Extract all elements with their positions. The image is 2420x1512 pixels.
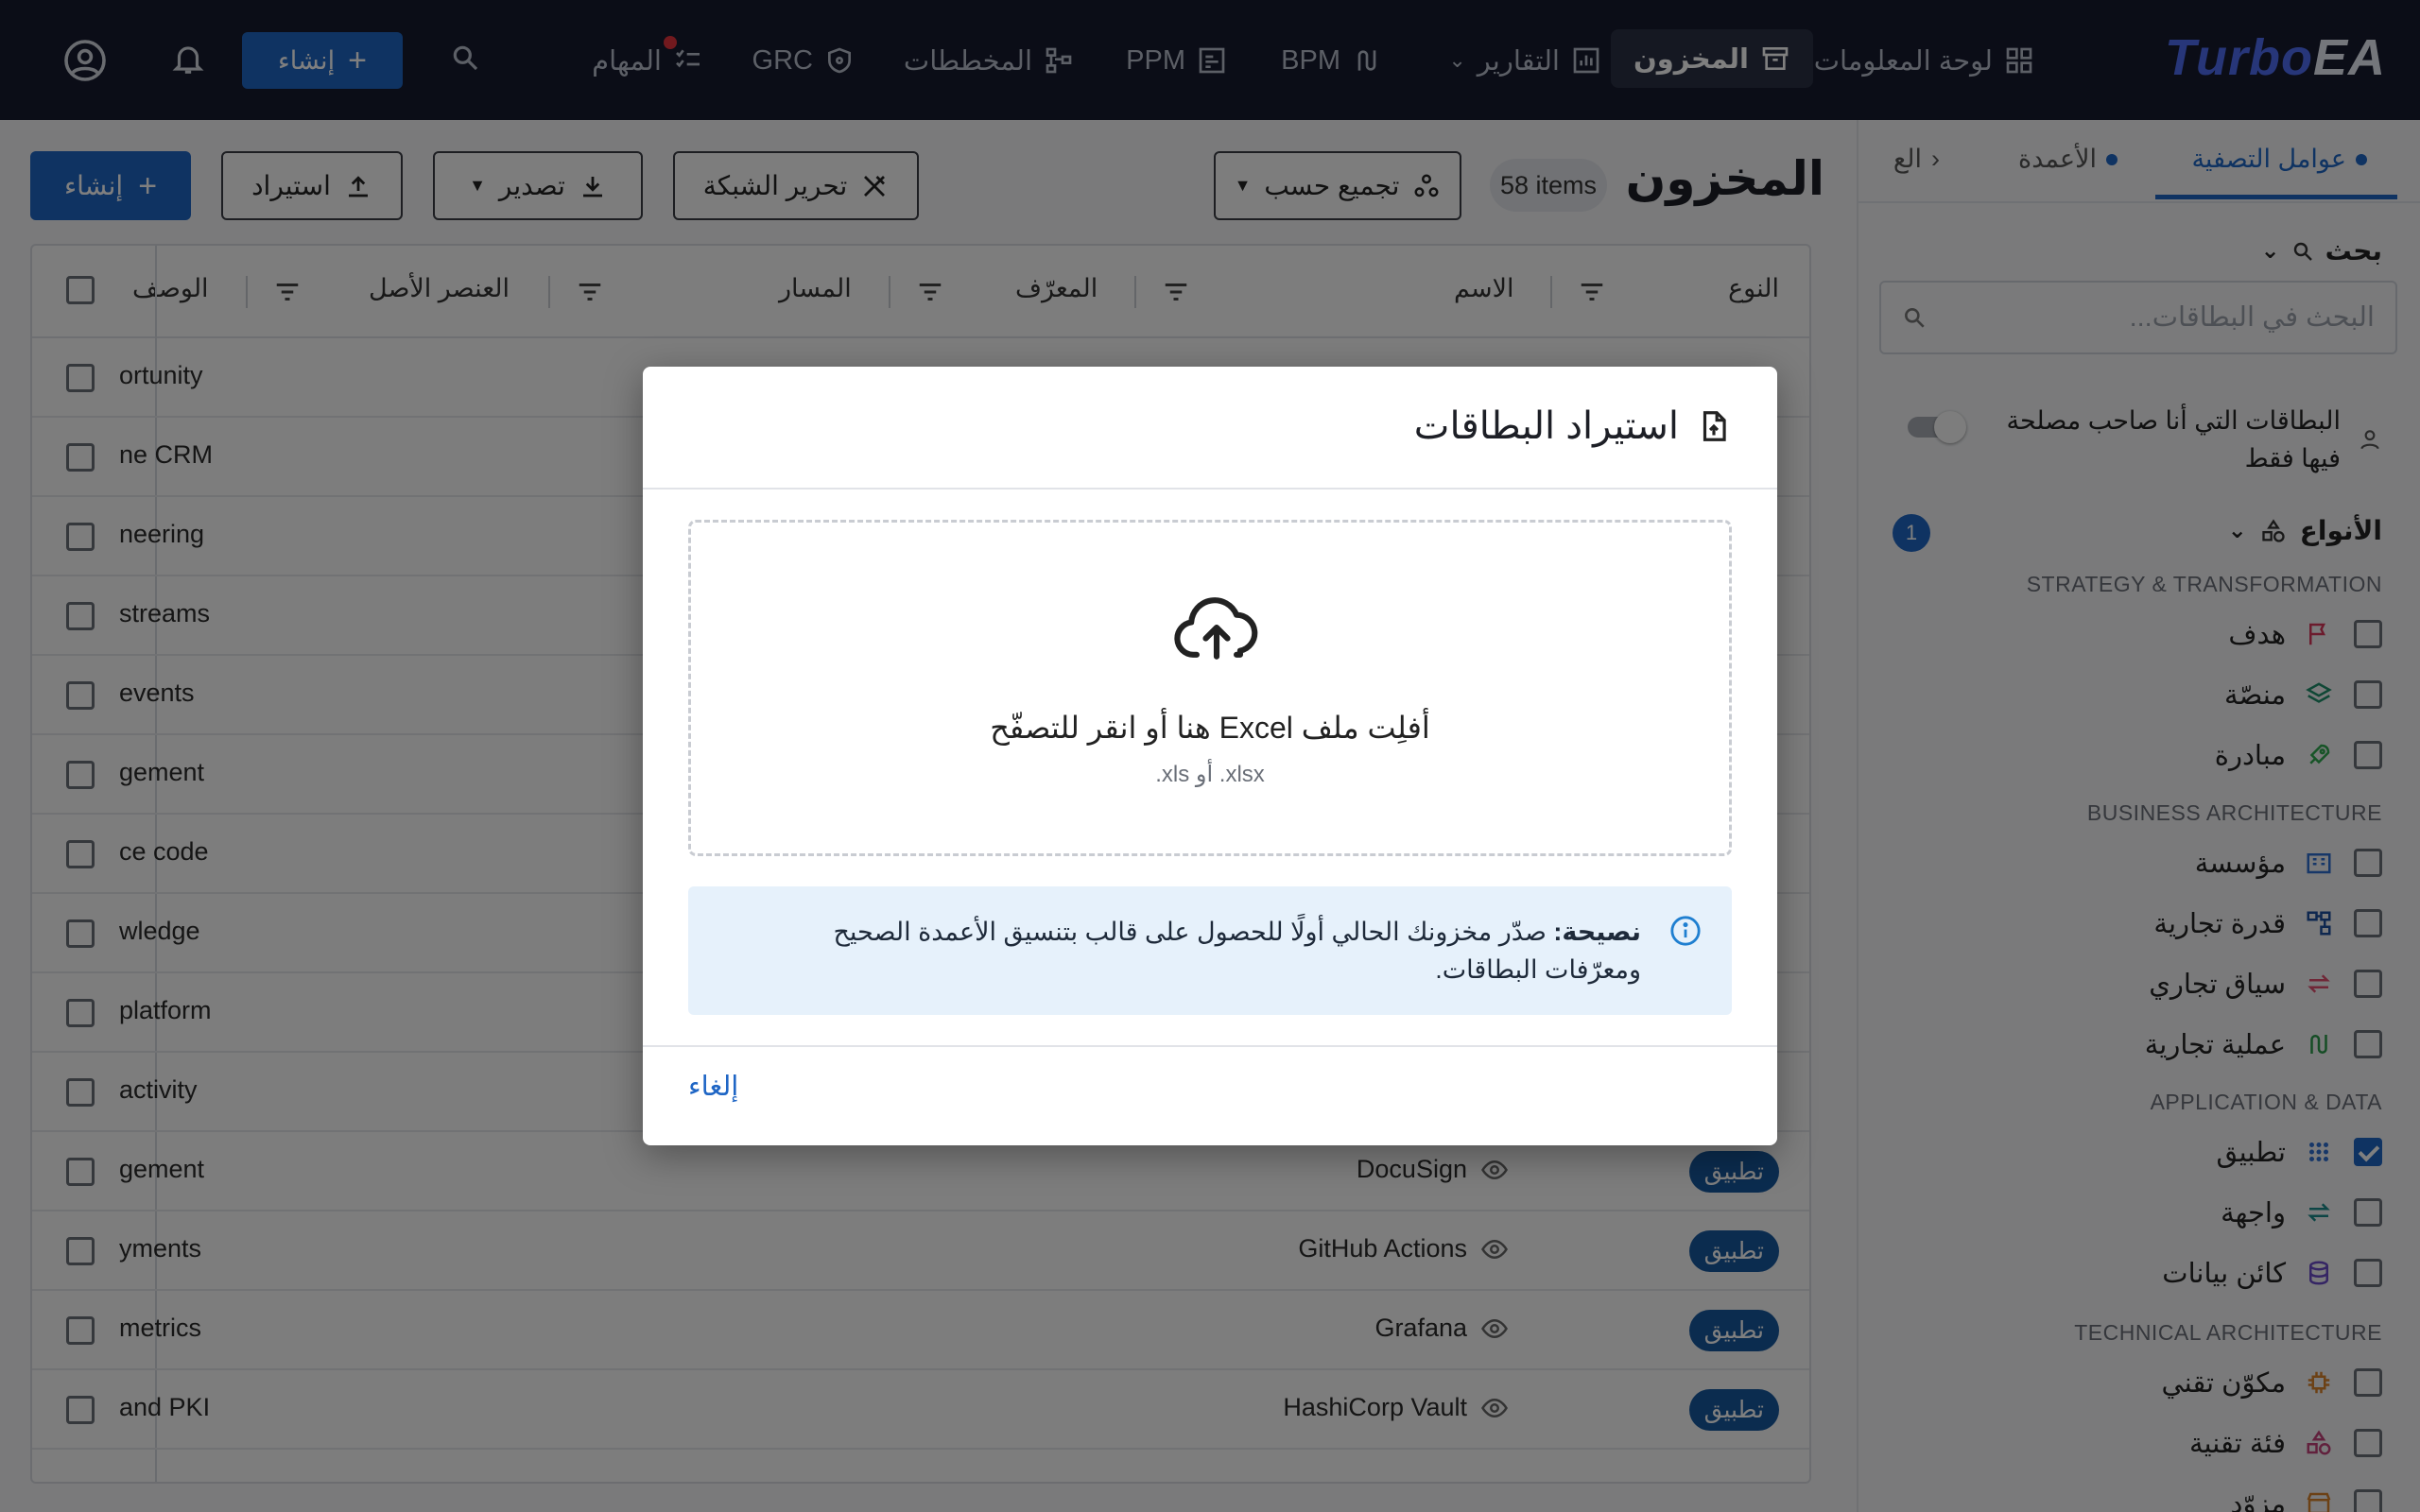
divider xyxy=(643,488,1777,490)
tip-alert: نصيحة: صدّر مخزونك الحالي أولًا للحصول ع… xyxy=(688,886,1732,1015)
tip-text: نصيحة: صدّر مخزونك الحالي أولًا للحصول ع… xyxy=(833,918,1641,984)
file-dropzone[interactable]: أفلِت ملف Excel هنا أو انقر للتصفّح xlsx… xyxy=(688,520,1732,856)
dialog-title: استيراد البطاقات xyxy=(1414,404,1732,448)
dropzone-text: أفلِت ملف Excel هنا أو انقر للتصفّح xyxy=(990,711,1430,745)
file-upload-icon xyxy=(1703,411,1726,441)
cloud-upload-icon xyxy=(1174,597,1258,660)
dropzone-formats: xlsx. أو xls. xyxy=(1155,762,1265,787)
import-cards-dialog: استيراد البطاقات أفلِت ملف Excel هنا أو … xyxy=(643,367,1777,1145)
info-icon xyxy=(1670,916,1701,946)
cancel-button[interactable]: إلغاء xyxy=(688,1070,738,1103)
divider xyxy=(643,1045,1777,1047)
